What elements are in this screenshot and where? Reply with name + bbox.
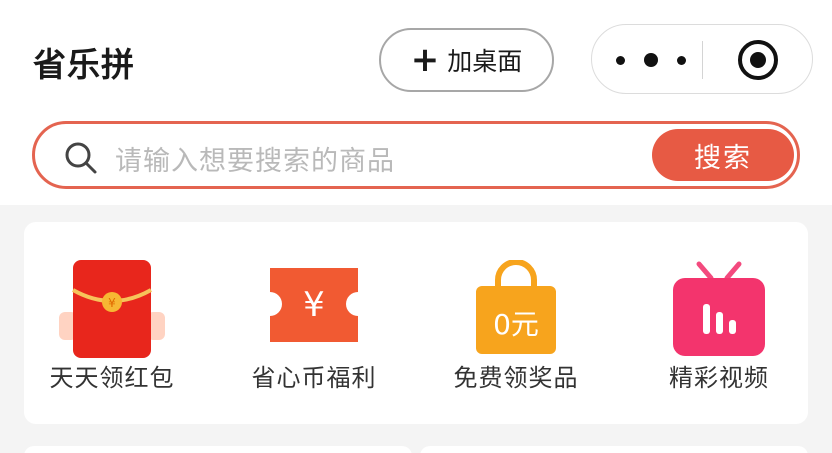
coin-ticket-icon: ¥ xyxy=(270,268,358,342)
search-icon xyxy=(65,142,97,174)
more-menu-button[interactable] xyxy=(616,49,686,71)
quick-entry-label: 免费领奖品 xyxy=(453,364,579,392)
red-envelope-icon: ¥ xyxy=(59,260,165,358)
app-title: 省乐拼 xyxy=(33,45,135,84)
search-bar: 请输入想要搜索的商品 搜索 xyxy=(32,121,800,189)
search-button[interactable]: 搜索 xyxy=(652,129,794,181)
svg-text:¥: ¥ xyxy=(303,285,325,325)
quick-entry-videos[interactable]: 精彩视频 xyxy=(634,260,804,392)
capsule-divider xyxy=(702,41,703,79)
search-input[interactable]: 请输入想要搜索的商品 xyxy=(115,139,395,178)
quick-entry-red-envelope[interactable]: ¥ 天天领红包 xyxy=(27,260,197,392)
video-tv-icon xyxy=(673,261,765,356)
more-dots-icon xyxy=(616,55,625,65)
feed-card-left[interactable] xyxy=(24,446,412,453)
quick-entry-coin-welfare[interactable]: ¥ 省心币福利 xyxy=(229,260,399,392)
quick-entry-free-prize[interactable]: 0元 免费领奖品 xyxy=(431,260,601,392)
add-to-desktop-button[interactable]: + 加桌面 xyxy=(379,28,554,92)
top-bar: 省乐拼 + 加桌面 请输入想要搜索的商品 搜索 xyxy=(0,0,832,205)
quick-entry-card: ¥ 天天领红包 ¥ 省心币福利 0元 免费领奖品 精彩视频 xyxy=(24,222,808,424)
svg-text:¥: ¥ xyxy=(108,296,116,310)
feed-card-right[interactable] xyxy=(420,446,808,453)
bag-badge-text: 0元 xyxy=(493,308,539,341)
plus-icon: + xyxy=(410,40,440,80)
add-to-desktop-label: 加桌面 xyxy=(447,47,523,76)
quick-entry-label: 省心币福利 xyxy=(251,364,377,392)
quick-entry-label: 天天领红包 xyxy=(49,364,175,392)
close-mini-program-icon[interactable] xyxy=(738,40,778,80)
mini-program-capsule xyxy=(591,24,813,94)
shopping-bag-icon: 0元 xyxy=(476,260,556,354)
quick-entry-label: 精彩视频 xyxy=(669,364,769,392)
